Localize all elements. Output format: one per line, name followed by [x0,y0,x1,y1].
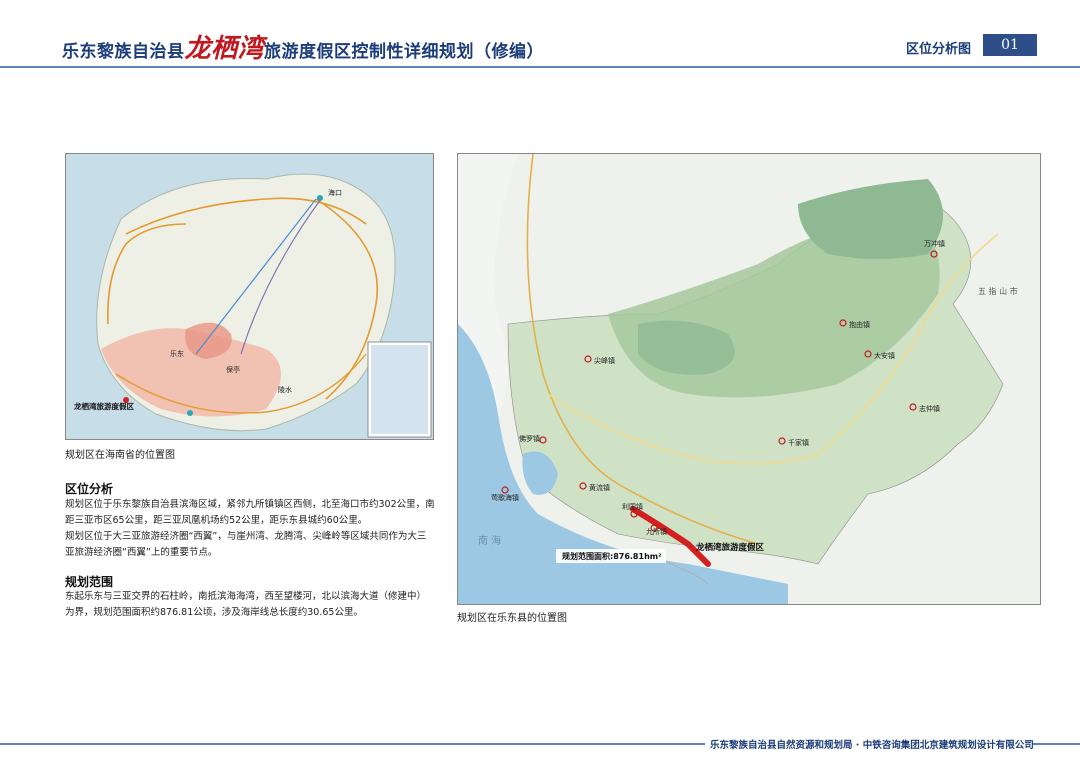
site-label: 龙栖湾旅游度假区 [695,542,765,553]
ledong-location-map: 抱由镇 万冲镇 大安镇 志仲镇 千家镇 尖峰镇 佛罗镇 黄流镇 利国镇 九所镇 … [457,153,1041,605]
title-suffix: 旅游度假区控制性详细规划（修编） [264,42,545,62]
analysis-heading: 区位分析 [65,482,114,496]
town-label-huangliu: 黄流镇 [589,483,610,492]
map1-label-ledong: 乐东 [170,349,184,358]
hainan-map-svg: 海口 乐东 保亭 陵水 龙栖湾旅游度假区 [66,154,433,439]
town-label-foluo: 佛罗镇 [519,434,540,443]
mountain-label: 五 指 山 市 [978,286,1018,296]
map2-caption: 规划区在乐东县的位置图 [457,613,567,624]
town-label-jiusuo: 九所镇 [646,527,667,536]
ledong-map-svg: 抱由镇 万冲镇 大安镇 志仲镇 千家镇 尖峰镇 佛罗镇 黄流镇 利国镇 九所镇 … [458,154,1040,604]
map1-label-haikou: 海口 [328,188,342,197]
town-label-jianfeng: 尖峰镇 [594,356,615,365]
town-label-zhizhong: 志仲镇 [919,404,940,413]
page-number-badge: 01 [983,34,1037,56]
town-label-liguo: 利国镇 [622,502,643,511]
town-label-baoyou: 抱由镇 [849,320,870,329]
footer-rule [0,743,705,745]
title-highlight: 龙栖湾 [184,34,265,64]
scope-heading: 规划范围 [65,575,114,589]
analysis-paragraph-1: 规划区位于乐东黎族自治县滨海区域，紧邻九所镇镇区西侧，北至海口市约302公里，南… [65,499,435,526]
header-rule [0,66,1080,68]
town-label-daan: 大安镇 [874,351,895,360]
analysis-paragraph-2: 规划区位于大三亚旅游经济圈“西翼”，与崖州湾、龙腾湾、尖峰岭等区域共同作为大三亚… [65,531,427,558]
town-label-yinggehai: 莺歌海镇 [491,493,519,502]
hainan-location-map: 海口 乐东 保亭 陵水 龙栖湾旅游度假区 [65,153,434,440]
footer-rule-right [1032,743,1080,745]
town-label-wanchong: 万冲镇 [924,239,945,248]
section-label: 区位分析图 [906,42,972,57]
scope-paragraph: 东起乐东与三亚交界的石柱岭，南抵滨海海湾，西至望楼河，北以滨海大道（修建中）为界… [65,591,427,618]
footer-credit: 乐东黎族自治县自然资源和规划局 · 中铁咨询集团北京建筑规划设计有限公司 [710,740,1034,751]
map1-site-label: 龙栖湾旅游度假区 [74,401,134,411]
title-prefix: 乐东黎族自治县 [62,42,185,62]
page-title: 乐东黎族自治县龙栖湾旅游度假区控制性详细规划（修编） [62,28,544,65]
map1-label-lingshui: 陵水 [278,385,292,394]
sea-label: 南 海 [478,534,501,547]
map1-caption: 规划区在海南省的位置图 [65,450,175,461]
map1-label-baoting: 保亭 [226,365,240,374]
town-label-qianjia: 千家镇 [788,438,809,447]
area-label: 规划范围面积:876.81hm² [562,551,662,561]
